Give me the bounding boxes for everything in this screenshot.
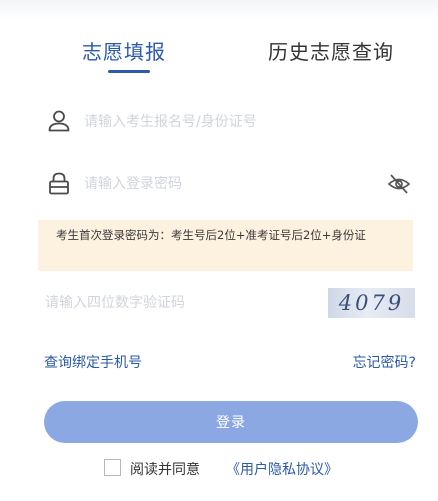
tab-volunteer-fill[interactable]: 志愿填报 — [82, 36, 166, 65]
first-login-notice: 考生首次登录密码为：考生号后2位+准考证号后2位+身份证 — [38, 220, 413, 271]
lock-icon — [49, 172, 69, 195]
username-input[interactable] — [84, 107, 364, 137]
agreement-checkbox[interactable] — [104, 459, 121, 476]
links-row: 查询绑定手机号 忘记密码? — [44, 352, 420, 374]
username-field — [40, 104, 412, 140]
agreement-row: 阅读并同意 《用户隐私协议》 — [104, 456, 404, 480]
top-shade — [0, 0, 438, 20]
password-field — [40, 166, 412, 202]
tab-bar: 志愿填报 历史志愿查询 — [0, 30, 438, 80]
bind-phone-link[interactable]: 查询绑定手机号 — [44, 352, 142, 372]
login-button[interactable]: 登录 — [44, 401, 418, 443]
login-page: 志愿填报 历史志愿查询 考生首次登录密码为：考生号后2位+准考证号后2位+身份证… — [0, 0, 438, 501]
active-tab-indicator — [108, 70, 150, 73]
forgot-password-link[interactable]: 忘记密码? — [353, 352, 416, 372]
password-input[interactable] — [84, 169, 364, 199]
captcha-input[interactable] — [45, 289, 305, 317]
agreement-text: 阅读并同意 — [130, 462, 200, 478]
tab-history-query[interactable]: 历史志愿查询 — [268, 36, 394, 65]
privacy-agreement-link[interactable]: 《用户隐私协议》 — [226, 459, 338, 479]
user-icon — [48, 110, 70, 132]
captcha-image[interactable]: 4079 — [328, 288, 415, 318]
eye-off-icon[interactable] — [386, 171, 412, 197]
captcha-row: 4079 — [45, 288, 417, 320]
